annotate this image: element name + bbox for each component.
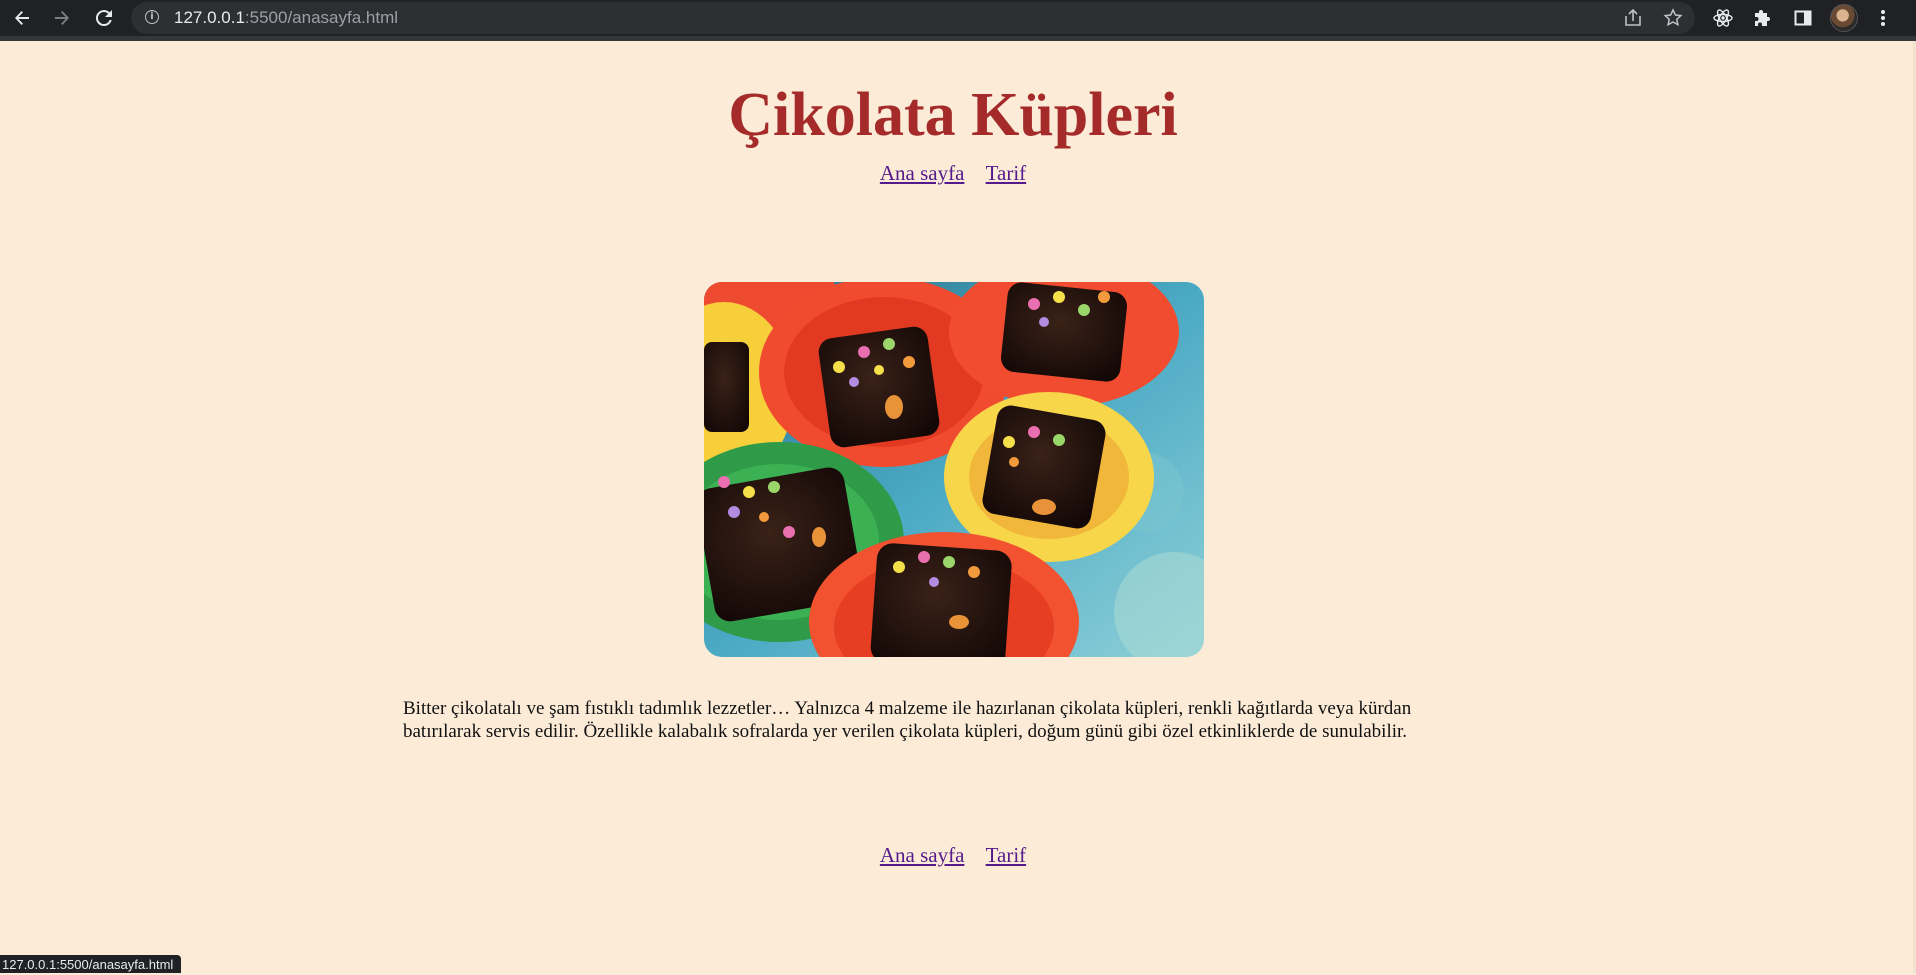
url-text[interactable]: 127.0.0.1:5500/anasayfa.html	[174, 8, 398, 28]
description-text: Bitter çikolatalı ve şam fıstıklı tadıml…	[403, 698, 1412, 743]
info-icon[interactable]: i	[145, 10, 159, 24]
side-panel-icon[interactable]	[1790, 5, 1816, 31]
nav-link-home[interactable]: Ana sayfa	[880, 161, 965, 185]
bookmark-star-icon[interactable]	[1661, 6, 1685, 30]
browser-toolbar: i 127.0.0.1:5500/anasayfa.html	[0, 0, 1916, 41]
top-nav: Ana sayfa Tarif	[0, 161, 1906, 186]
address-bar[interactable]: i 127.0.0.1:5500/anasayfa.html	[131, 2, 1695, 34]
url-path: :5500/anasayfa.html	[244, 8, 399, 27]
nav-link-recipe[interactable]: Tarif	[986, 843, 1027, 867]
nav-link-recipe[interactable]: Tarif	[986, 161, 1027, 185]
link-status-bar: 127.0.0.1:5500/anasayfa.html	[0, 955, 182, 973]
forward-icon[interactable]	[48, 4, 76, 32]
chocolate-cubes-image	[704, 282, 1204, 657]
url-host: 127.0.0.1	[174, 8, 245, 27]
menu-icon[interactable]	[1870, 5, 1896, 31]
react-devtools-icon[interactable]	[1710, 5, 1736, 31]
bottom-nav: Ana sayfa Tarif	[0, 843, 1906, 868]
profile-avatar[interactable]	[1830, 4, 1858, 32]
extensions-icon[interactable]	[1750, 5, 1776, 31]
back-icon[interactable]	[8, 4, 36, 32]
nav-link-home[interactable]: Ana sayfa	[880, 843, 965, 867]
page-body: Çikolata Küpleri Ana sayfa Tarif Bitter …	[0, 41, 1916, 973]
reload-icon[interactable]	[90, 4, 118, 32]
share-icon[interactable]	[1621, 6, 1645, 30]
page-title: Çikolata Küpleri	[728, 81, 1178, 149]
